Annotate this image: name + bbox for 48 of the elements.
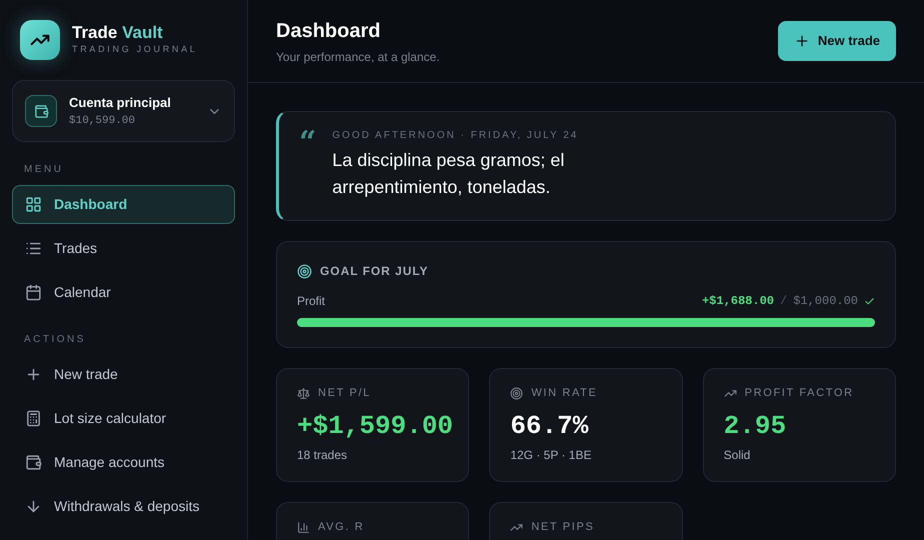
list-icon <box>25 240 42 257</box>
logo-icon <box>20 20 60 60</box>
stat-label: WIN RATE <box>531 386 598 401</box>
target-icon <box>297 264 312 278</box>
goal-title: GOAL FOR JULY <box>320 263 428 280</box>
goal-separator: / <box>780 293 788 310</box>
nav-item[interactable]: Lot size calculator <box>12 399 235 438</box>
stat-note: 12G · 5P · 1BE <box>510 446 592 464</box>
stat-label: NET PIPS <box>531 520 594 535</box>
stat-label: NET P/L <box>318 386 371 401</box>
goal-label: Profit <box>297 293 326 310</box>
account-balance: $10,599.00 <box>69 114 136 128</box>
nav-item[interactable]: New trade <box>12 355 235 394</box>
wallet-icon <box>25 95 57 127</box>
bar-chart-icon <box>297 520 310 534</box>
brand-name: Trade Vault <box>72 23 164 44</box>
quote-text: La disciplina pesa gramos; el arrepentimiento, toneladas. <box>332 149 566 199</box>
brand-tagline: TRADING JOURNAL <box>72 43 198 56</box>
goal-target: $1,000.00 <box>793 293 858 310</box>
goal-current: +$1,688.00 <box>702 293 774 310</box>
stat-label: AVG. R <box>318 520 364 535</box>
nav-item[interactable]: Calendar <box>12 273 235 312</box>
grid-icon <box>25 196 42 213</box>
page-title: Dashboard <box>276 19 382 44</box>
nav-item[interactable]: Manage accounts <box>12 443 235 482</box>
greeting-text: GOOD AFTERNOON · FRIDAY, JULY 24 <box>332 129 580 143</box>
stat-note: 18 trades <box>297 446 348 464</box>
section-heading: ACTIONS <box>23 333 87 347</box>
stat-value: 2.95 <box>724 410 788 442</box>
plus-icon <box>25 366 42 383</box>
nav-item[interactable]: Withdrawals & deposits <box>12 487 235 526</box>
page-subtitle: Your performance, at a glance. <box>276 49 440 66</box>
stat-label: PROFIT FACTOR <box>744 386 854 401</box>
wallet-icon <box>25 454 42 471</box>
account-selector[interactable]: Cuenta principal $10,599.00 <box>12 80 235 142</box>
nav-item[interactable]: Dashboard <box>12 185 235 224</box>
plus-icon <box>794 33 810 49</box>
quote-mark: “ <box>299 128 316 162</box>
nav-item[interactable]: Trades <box>12 229 235 268</box>
target-icon <box>510 386 524 400</box>
scale-icon <box>297 386 310 400</box>
section-heading: MENU <box>23 163 64 177</box>
new-trade-button[interactable]: New trade <box>778 21 896 61</box>
calculator-icon <box>25 410 42 427</box>
calendar-icon <box>25 284 42 301</box>
stat-note: Solid <box>724 446 752 464</box>
account-name: Cuenta principal <box>69 94 172 112</box>
stat-value: 66.7% <box>510 410 590 442</box>
